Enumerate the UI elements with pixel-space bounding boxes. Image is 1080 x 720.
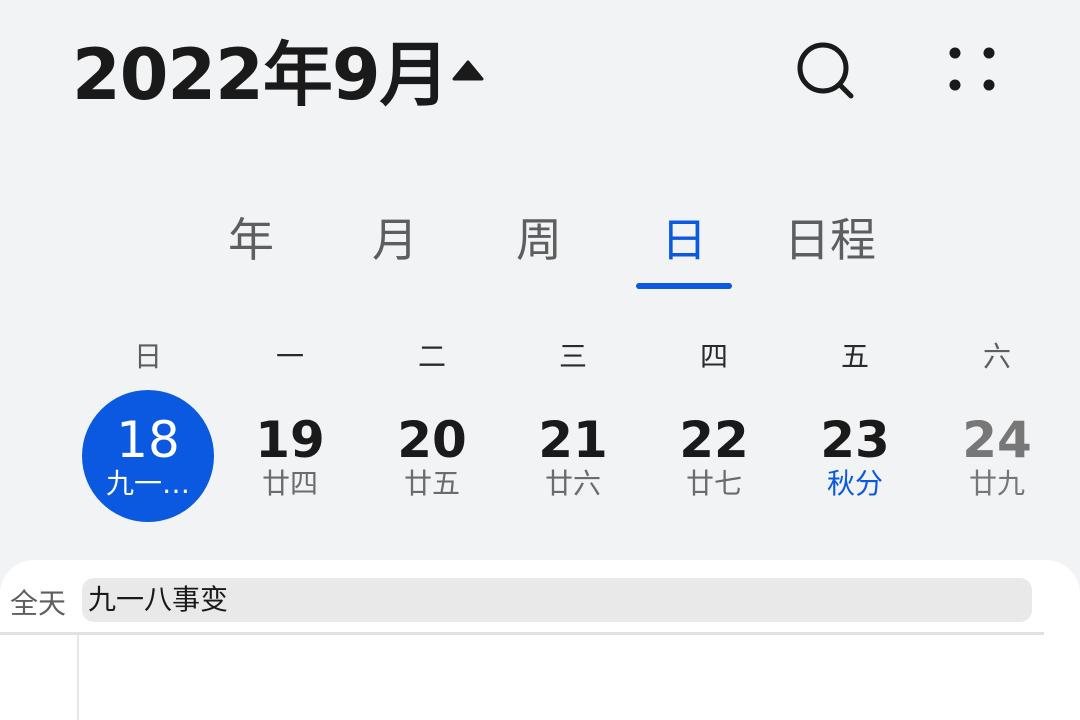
day-view-card: 全天 九一八事变 — [0, 560, 1080, 720]
day-number: 24 — [962, 411, 1032, 469]
weekday-label: 日 — [133, 340, 162, 373]
day-cell[interactable]: 21 廿六 — [507, 390, 639, 522]
caret-up-icon[interactable] — [450, 57, 486, 83]
tab-schedule[interactable]: 日程 — [770, 205, 890, 275]
tab-day[interactable]: 日 — [638, 205, 730, 275]
day-number: 18 — [116, 411, 180, 469]
lunar-date: 九一… — [105, 467, 190, 500]
all-day-label: 全天 — [10, 587, 67, 620]
all-day-divider — [0, 632, 1044, 635]
month-title[interactable]: 2022年9月 — [72, 30, 450, 120]
tab-year[interactable]: 年 — [205, 205, 297, 275]
day-cell[interactable]: 24 廿九 — [931, 390, 1063, 522]
solar-term-label: 秋分 — [826, 467, 883, 500]
day-cell[interactable]: 19 廿四 — [224, 390, 356, 522]
search-icon[interactable] — [794, 42, 860, 102]
event-title: 九一八事变 — [88, 583, 229, 616]
lunar-date: 廿九 — [968, 467, 1025, 500]
view-tabs: 年 月 周 日 日程 — [0, 205, 1080, 295]
lunar-date: 廿五 — [403, 467, 460, 500]
day-number: 21 — [538, 411, 608, 469]
more-dots-icon[interactable] — [944, 44, 1000, 94]
app-header: 2022年9月 — [0, 0, 1080, 150]
weekday-label: 六 — [982, 340, 1011, 373]
tab-week[interactable]: 周 — [493, 205, 585, 275]
day-cell[interactable]: 22 廿七 — [648, 390, 780, 522]
day-cell[interactable]: 23 秋分 — [789, 390, 921, 522]
weekday-label: 二 — [417, 340, 446, 373]
lunar-date: 廿六 — [544, 467, 601, 500]
weekday-label: 三 — [558, 340, 587, 373]
day-cell-selected[interactable]: 18 九一… — [82, 390, 214, 522]
day-number: 19 — [255, 411, 325, 469]
weekday-label: 五 — [840, 340, 869, 373]
day-cell[interactable]: 20 廿五 — [366, 390, 498, 522]
active-tab-indicator — [636, 283, 732, 289]
all-day-event[interactable]: 九一八事变 — [82, 578, 1032, 622]
day-number: 20 — [397, 411, 467, 469]
day-number: 22 — [679, 411, 749, 469]
time-column-divider — [77, 635, 79, 720]
weekday-label: 四 — [699, 340, 728, 373]
weekday-label: 一 — [275, 340, 304, 373]
tab-month[interactable]: 月 — [349, 205, 441, 275]
day-number: 23 — [820, 411, 890, 469]
lunar-date: 廿四 — [261, 467, 318, 500]
lunar-date: 廿七 — [685, 467, 742, 500]
